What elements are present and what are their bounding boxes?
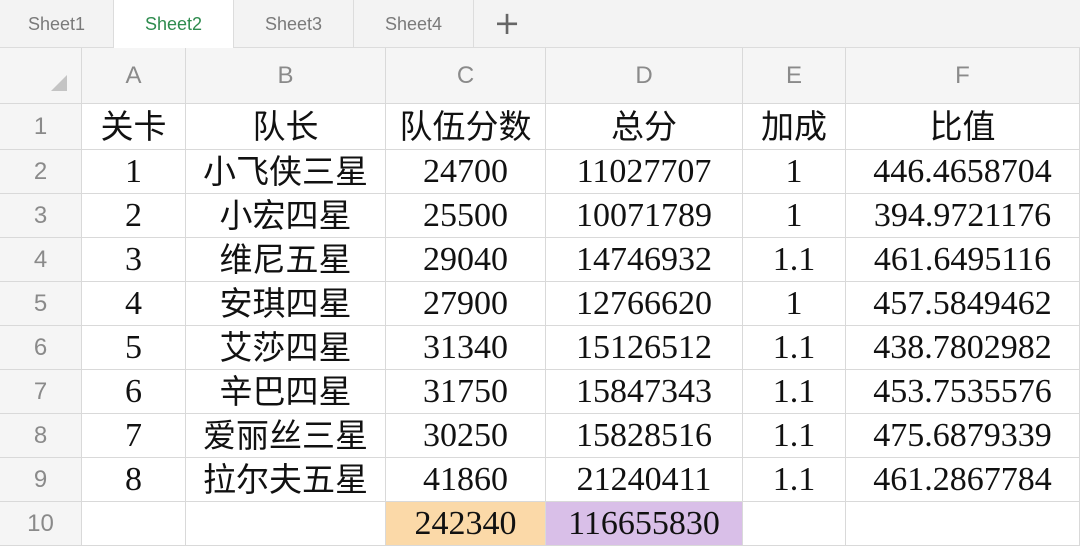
row-header-1[interactable]: 1 bbox=[0, 104, 82, 150]
add-sheet-button[interactable]: + bbox=[474, 0, 540, 48]
cell-f6[interactable]: 438.7802982 bbox=[846, 326, 1080, 370]
cell-f10[interactable] bbox=[846, 502, 1080, 546]
row-header-5[interactable]: 5 bbox=[0, 282, 82, 326]
cell-d8[interactable]: 15828516 bbox=[546, 414, 743, 458]
cell-d9[interactable]: 21240411 bbox=[546, 458, 743, 502]
cell-b8[interactable]: 爱丽丝三星 bbox=[186, 414, 386, 458]
row-header-9[interactable]: 9 bbox=[0, 458, 82, 502]
cell-e8[interactable]: 1.1 bbox=[743, 414, 846, 458]
cell-c9[interactable]: 41860 bbox=[386, 458, 546, 502]
cell-b2[interactable]: 小飞侠三星 bbox=[186, 150, 386, 194]
cell-c1[interactable]: 队伍分数 bbox=[386, 104, 546, 150]
row-header-7[interactable]: 7 bbox=[0, 370, 82, 414]
row-header-4[interactable]: 4 bbox=[0, 238, 82, 282]
column-header-c[interactable]: C bbox=[386, 48, 546, 104]
cell-c4[interactable]: 29040 bbox=[386, 238, 546, 282]
cell-e5[interactable]: 1 bbox=[743, 282, 846, 326]
cell-c7[interactable]: 31750 bbox=[386, 370, 546, 414]
cell-a7[interactable]: 6 bbox=[82, 370, 186, 414]
cell-d2[interactable]: 11027707 bbox=[546, 150, 743, 194]
cell-a5[interactable]: 4 bbox=[82, 282, 186, 326]
cell-d1[interactable]: 总分 bbox=[546, 104, 743, 150]
cell-f8[interactable]: 475.6879339 bbox=[846, 414, 1080, 458]
cell-b3[interactable]: 小宏四星 bbox=[186, 194, 386, 238]
cell-c2[interactable]: 24700 bbox=[386, 150, 546, 194]
cell-a9[interactable]: 8 bbox=[82, 458, 186, 502]
cell-e10[interactable] bbox=[743, 502, 846, 546]
cell-f4[interactable]: 461.6495116 bbox=[846, 238, 1080, 282]
cell-d5[interactable]: 12766620 bbox=[546, 282, 743, 326]
row-header-6[interactable]: 6 bbox=[0, 326, 82, 370]
cell-e3[interactable]: 1 bbox=[743, 194, 846, 238]
tab-sheet4[interactable]: Sheet4 bbox=[354, 0, 474, 48]
cell-c10[interactable]: 242340 bbox=[386, 502, 546, 546]
cell-a4[interactable]: 3 bbox=[82, 238, 186, 282]
cell-d7[interactable]: 15847343 bbox=[546, 370, 743, 414]
cell-f3[interactable]: 394.9721176 bbox=[846, 194, 1080, 238]
cell-a3[interactable]: 2 bbox=[82, 194, 186, 238]
cell-b7[interactable]: 辛巴四星 bbox=[186, 370, 386, 414]
cell-f5[interactable]: 457.5849462 bbox=[846, 282, 1080, 326]
row-header-8[interactable]: 8 bbox=[0, 414, 82, 458]
cell-f2[interactable]: 446.4658704 bbox=[846, 150, 1080, 194]
select-all-triangle-icon bbox=[51, 75, 67, 91]
sheet-tab-bar: Sheet1 Sheet2 Sheet3 Sheet4 + bbox=[0, 0, 1080, 49]
tab-sheet1[interactable]: Sheet1 bbox=[0, 0, 114, 48]
plus-icon: + bbox=[493, 4, 521, 42]
cell-b4[interactable]: 维尼五星 bbox=[186, 238, 386, 282]
column-header-a[interactable]: A bbox=[82, 48, 186, 104]
cell-d4[interactable]: 14746932 bbox=[546, 238, 743, 282]
cell-e7[interactable]: 1.1 bbox=[743, 370, 846, 414]
cell-c3[interactable]: 25500 bbox=[386, 194, 546, 238]
cell-c5[interactable]: 27900 bbox=[386, 282, 546, 326]
cell-a1[interactable]: 关卡 bbox=[82, 104, 186, 150]
row-header-10[interactable]: 10 bbox=[0, 502, 82, 546]
column-header-d[interactable]: D bbox=[546, 48, 743, 104]
cell-e9[interactable]: 1.1 bbox=[743, 458, 846, 502]
cell-b10[interactable] bbox=[186, 502, 386, 546]
cell-f7[interactable]: 453.7535576 bbox=[846, 370, 1080, 414]
cell-e1[interactable]: 加成 bbox=[743, 104, 846, 150]
cell-a6[interactable]: 5 bbox=[82, 326, 186, 370]
cell-c6[interactable]: 31340 bbox=[386, 326, 546, 370]
column-header-b[interactable]: B bbox=[186, 48, 386, 104]
cell-b5[interactable]: 安琪四星 bbox=[186, 282, 386, 326]
cell-e2[interactable]: 1 bbox=[743, 150, 846, 194]
column-header-f[interactable]: F bbox=[846, 48, 1080, 104]
cell-b9[interactable]: 拉尔夫五星 bbox=[186, 458, 386, 502]
cell-a10[interactable] bbox=[82, 502, 186, 546]
cell-a2[interactable]: 1 bbox=[82, 150, 186, 194]
cell-f9[interactable]: 461.2867784 bbox=[846, 458, 1080, 502]
row-header-2[interactable]: 2 bbox=[0, 150, 82, 194]
select-all-corner[interactable] bbox=[0, 48, 82, 104]
cell-b6[interactable]: 艾莎四星 bbox=[186, 326, 386, 370]
tab-sheet2[interactable]: Sheet2 bbox=[114, 0, 234, 49]
tab-sheet3[interactable]: Sheet3 bbox=[234, 0, 354, 48]
cell-a8[interactable]: 7 bbox=[82, 414, 186, 458]
cell-c8[interactable]: 30250 bbox=[386, 414, 546, 458]
cell-f1[interactable]: 比值 bbox=[846, 104, 1080, 150]
cell-e6[interactable]: 1.1 bbox=[743, 326, 846, 370]
cell-b1[interactable]: 队长 bbox=[186, 104, 386, 150]
cell-d10[interactable]: 116655830 bbox=[546, 502, 743, 546]
cell-e4[interactable]: 1.1 bbox=[743, 238, 846, 282]
cell-d3[interactable]: 10071789 bbox=[546, 194, 743, 238]
row-header-3[interactable]: 3 bbox=[0, 194, 82, 238]
column-header-e[interactable]: E bbox=[743, 48, 846, 104]
cell-d6[interactable]: 15126512 bbox=[546, 326, 743, 370]
